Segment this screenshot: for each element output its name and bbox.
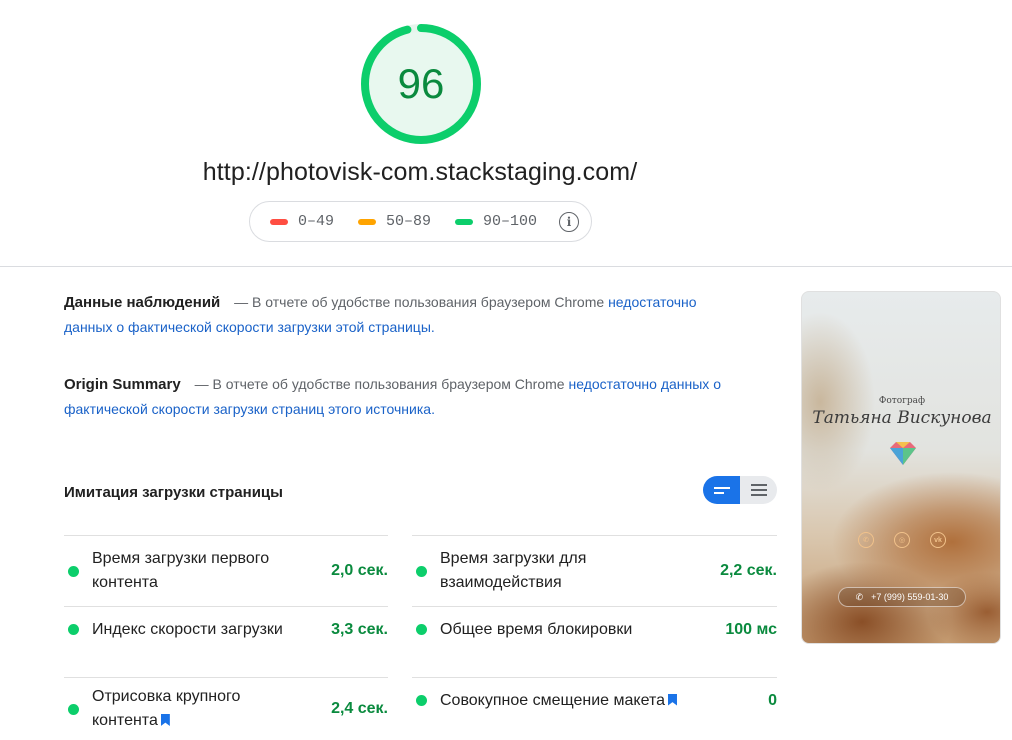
pass-indicator-icon [68, 565, 79, 577]
metric-label: Отрисовка крупного контента [92, 685, 331, 733]
legend-swatch-fail [270, 218, 288, 225]
header-divider [0, 266, 1012, 267]
metric-value: 3,3 сек. [331, 620, 388, 638]
score-legend: 0–49 50–89 90–100 i [249, 201, 592, 242]
metric-label: Общее время блокировки [440, 620, 633, 638]
pass-indicator-icon [416, 565, 427, 577]
whatsapp-icon: ✆ [858, 532, 874, 548]
metric-tbt: Общее время блокировки 100 мс [412, 606, 777, 652]
core-web-vital-bookmark-icon [160, 714, 170, 726]
origin-summary-section: Origin Summary — В отчете об удобстве по… [64, 372, 744, 422]
legend-label-fail: 0–49 [298, 213, 335, 230]
legend-item-pass: 90–100 [455, 213, 537, 230]
phone-icon: ✆ [855, 591, 864, 602]
origin-summary-desc: — В отчете об удобстве пользования брауз… [194, 376, 565, 392]
final-screenshot-thumbnail: Фотограф Татьяна Вискунова ✆ ◎ vk ✆ +7 (… [801, 291, 1001, 644]
legend-label-average: 50–89 [386, 213, 432, 230]
thumbnail-social-icons: ✆ ◎ vk [858, 532, 966, 548]
legend-item-average: 50–89 [358, 213, 431, 230]
thumbnail-name: Татьяна Вискунова [812, 408, 992, 428]
score-value: 96 [397, 60, 445, 107]
field-data-section: Данные наблюдений — В отчете об удобстве… [64, 290, 744, 340]
field-data-tail: . [430, 319, 435, 335]
info-icon[interactable]: i [559, 211, 580, 232]
metric-speed-index: Индекс скорости загрузки 3,3 сек. [64, 606, 388, 652]
metric-label: Совокупное смещение макета [440, 689, 768, 713]
legend-label-pass: 90–100 [483, 213, 538, 230]
metric-fcp: Время загрузки первого контента 2,0 сек. [64, 535, 388, 606]
metric-label-text: Совокупное смещение макета [440, 691, 665, 709]
compact-view-icon-line [713, 491, 724, 494]
expanded-view-icon-line [750, 494, 767, 496]
lab-data-title: Имитация загрузки страницы [64, 484, 283, 501]
metric-value: 2,0 сек. [331, 562, 388, 579]
thumbnail-caption: Фотограф [878, 396, 926, 406]
expanded-view-button[interactable] [740, 476, 777, 504]
thumbnail-phone: ✆ +7 (999) 559-01-30 [838, 587, 966, 607]
origin-summary-tail: . [431, 401, 435, 417]
metric-cls: Совокупное смещение макета 0 [412, 677, 777, 723]
metrics-view-toggle [703, 476, 777, 504]
pass-indicator-icon [416, 624, 427, 635]
instagram-icon: ◎ [894, 532, 910, 548]
metric-value: 2,4 сек. [331, 700, 388, 717]
compact-view-button[interactable] [703, 476, 740, 504]
metric-value: 100 мс [725, 620, 777, 638]
score-gauge: 96 [360, 23, 482, 145]
pass-indicator-icon [68, 624, 79, 635]
vk-icon: vk [930, 532, 946, 548]
expanded-view-icon [750, 484, 767, 486]
metric-tti: Время загрузки для взаимодействия 2,2 се… [412, 535, 777, 606]
compact-view-icon [713, 486, 730, 489]
metric-label: Индекс скорости загрузки [92, 620, 283, 638]
legend-swatch-average [358, 218, 377, 225]
thumbnail-phone-text: +7 (999) 559-01-30 [871, 592, 949, 602]
field-data-title: Данные наблюдений [64, 294, 221, 311]
metric-label: Время загрузки для взаимодействия [440, 550, 587, 591]
core-web-vital-bookmark-icon [667, 693, 677, 706]
legend-swatch-pass [455, 218, 474, 225]
expanded-view-icon-line [750, 489, 767, 491]
pass-indicator-icon [416, 695, 427, 706]
metric-value: 2,2 сек. [720, 562, 777, 579]
page-url: http://photovisk-com.stackstaging.com/ [202, 158, 638, 186]
metric-value: 0 [768, 691, 777, 709]
metric-label: Время загрузки первого контента [92, 550, 270, 591]
origin-summary-title: Origin Summary [64, 376, 181, 393]
field-data-desc: — В отчете об удобстве пользования брауз… [234, 294, 605, 310]
gem-logo-icon [890, 442, 916, 465]
metric-lcp: Отрисовка крупного контента 2,4 сек. [64, 677, 388, 740]
pass-indicator-icon [68, 703, 79, 715]
legend-item-fail: 0–49 [270, 213, 334, 230]
